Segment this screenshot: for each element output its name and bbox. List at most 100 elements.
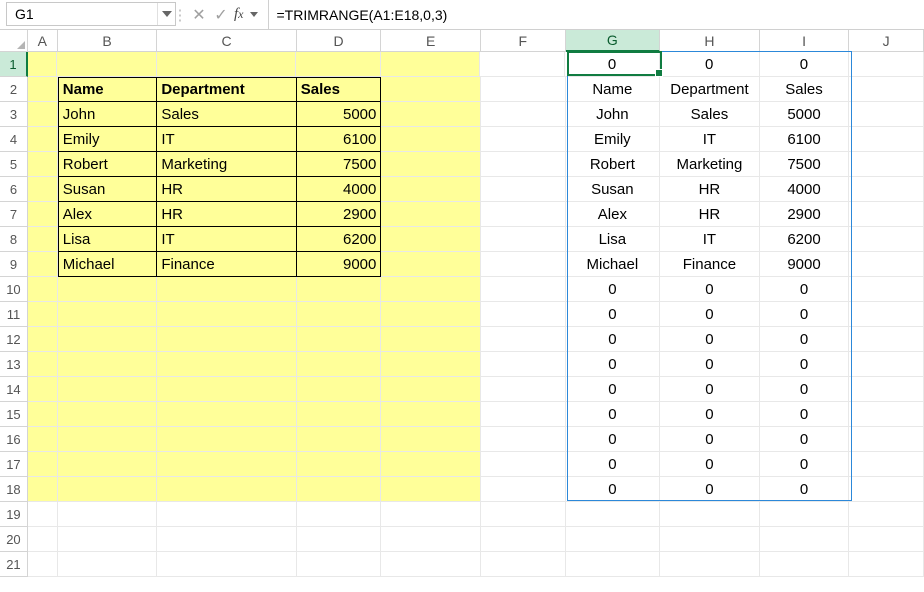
cell-E13[interactable] xyxy=(381,352,481,377)
column-header-D[interactable]: D xyxy=(297,30,382,51)
cell-G1[interactable]: 0 xyxy=(565,52,660,77)
cell-G8[interactable]: Lisa xyxy=(566,227,661,252)
cell-J6[interactable] xyxy=(849,177,924,202)
cell-B3[interactable]: John xyxy=(58,102,158,127)
cell-G16[interactable]: 0 xyxy=(566,427,661,452)
cell-J18[interactable] xyxy=(849,477,924,502)
cell-E8[interactable] xyxy=(381,227,481,252)
cell-I7[interactable]: 2900 xyxy=(760,202,850,227)
cell-G14[interactable]: 0 xyxy=(566,377,661,402)
cell-I11[interactable]: 0 xyxy=(760,302,850,327)
cell-H8[interactable]: IT xyxy=(660,227,760,252)
cell-C9[interactable]: Finance xyxy=(157,252,296,277)
cell-B9[interactable]: Michael xyxy=(58,252,158,277)
column-header-E[interactable]: E xyxy=(381,30,481,51)
cell-E4[interactable] xyxy=(381,127,481,152)
cell-E1[interactable] xyxy=(381,52,481,77)
row-header-10[interactable]: 10 xyxy=(0,277,28,302)
cell-G2[interactable]: Name xyxy=(566,77,661,102)
cell-A16[interactable] xyxy=(28,427,58,452)
cell-D14[interactable] xyxy=(297,377,382,402)
cell-G21[interactable] xyxy=(566,552,661,577)
cell-H1[interactable]: 0 xyxy=(660,52,760,77)
cell-A8[interactable] xyxy=(28,227,58,252)
cell-C21[interactable] xyxy=(157,552,296,577)
cell-J10[interactable] xyxy=(849,277,924,302)
cell-H19[interactable] xyxy=(660,502,760,527)
cell-E6[interactable] xyxy=(381,177,481,202)
cell-J1[interactable] xyxy=(849,52,924,77)
cell-F1[interactable] xyxy=(480,52,565,77)
cell-D10[interactable] xyxy=(297,277,382,302)
cell-A19[interactable] xyxy=(28,502,58,527)
cell-I17[interactable]: 0 xyxy=(760,452,850,477)
cell-B2[interactable]: Name xyxy=(58,77,158,102)
cell-B12[interactable] xyxy=(58,327,158,352)
cell-A15[interactable] xyxy=(28,402,58,427)
cell-E5[interactable] xyxy=(381,152,481,177)
row-header-6[interactable]: 6 xyxy=(0,177,28,202)
row-header-8[interactable]: 8 xyxy=(0,227,28,252)
cell-G6[interactable]: Susan xyxy=(566,177,661,202)
cell-E7[interactable] xyxy=(381,202,481,227)
cell-A18[interactable] xyxy=(28,477,58,502)
cell-J13[interactable] xyxy=(849,352,924,377)
cell-D3[interactable]: 5000 xyxy=(297,102,382,127)
row-header-16[interactable]: 16 xyxy=(0,427,28,452)
cell-J14[interactable] xyxy=(849,377,924,402)
row-header-15[interactable]: 15 xyxy=(0,402,28,427)
cell-I16[interactable]: 0 xyxy=(760,427,850,452)
cell-I14[interactable]: 0 xyxy=(760,377,850,402)
row-header-9[interactable]: 9 xyxy=(0,252,28,277)
cell-B8[interactable]: Lisa xyxy=(58,227,158,252)
cell-H2[interactable]: Department xyxy=(660,77,760,102)
cell-C17[interactable] xyxy=(157,452,296,477)
column-header-I[interactable]: I xyxy=(760,30,850,51)
row-header-17[interactable]: 17 xyxy=(0,452,28,477)
cell-B20[interactable] xyxy=(58,527,158,552)
cell-B15[interactable] xyxy=(58,402,158,427)
cell-C1[interactable] xyxy=(157,52,297,77)
cell-H20[interactable] xyxy=(660,527,760,552)
cell-C10[interactable] xyxy=(157,277,296,302)
cell-G20[interactable] xyxy=(566,527,661,552)
cell-C11[interactable] xyxy=(157,302,296,327)
column-header-B[interactable]: B xyxy=(58,30,158,51)
cell-B1[interactable] xyxy=(57,52,157,77)
name-box[interactable]: G1 xyxy=(7,6,157,22)
cell-I9[interactable]: 9000 xyxy=(760,252,850,277)
cell-J17[interactable] xyxy=(849,452,924,477)
cell-G15[interactable]: 0 xyxy=(566,402,661,427)
column-header-G[interactable]: G xyxy=(566,30,661,52)
cell-B19[interactable] xyxy=(58,502,158,527)
cell-D11[interactable] xyxy=(297,302,382,327)
cell-A7[interactable] xyxy=(28,202,58,227)
cell-C4[interactable]: IT xyxy=(157,127,296,152)
cell-C15[interactable] xyxy=(157,402,296,427)
cell-E20[interactable] xyxy=(381,527,481,552)
row-header-20[interactable]: 20 xyxy=(0,527,28,552)
cell-I10[interactable]: 0 xyxy=(760,277,850,302)
row-header-3[interactable]: 3 xyxy=(0,102,28,127)
cell-A10[interactable] xyxy=(28,277,58,302)
cell-I12[interactable]: 0 xyxy=(760,327,850,352)
cell-F13[interactable] xyxy=(481,352,566,377)
cell-C12[interactable] xyxy=(157,327,296,352)
cell-E16[interactable] xyxy=(381,427,481,452)
cell-D7[interactable]: 2900 xyxy=(297,202,382,227)
cell-A17[interactable] xyxy=(28,452,58,477)
cell-J8[interactable] xyxy=(849,227,924,252)
cell-D12[interactable] xyxy=(297,327,382,352)
row-header-5[interactable]: 5 xyxy=(0,152,28,177)
select-all-corner[interactable] xyxy=(0,30,28,51)
cell-D21[interactable] xyxy=(297,552,382,577)
cell-A4[interactable] xyxy=(28,127,58,152)
cell-E19[interactable] xyxy=(381,502,481,527)
row-header-21[interactable]: 21 xyxy=(0,552,28,577)
cell-I20[interactable] xyxy=(760,527,850,552)
row-header-18[interactable]: 18 xyxy=(0,477,28,502)
cell-A2[interactable] xyxy=(28,77,58,102)
cell-D9[interactable]: 9000 xyxy=(297,252,382,277)
cell-B6[interactable]: Susan xyxy=(58,177,158,202)
cell-B18[interactable] xyxy=(58,477,158,502)
